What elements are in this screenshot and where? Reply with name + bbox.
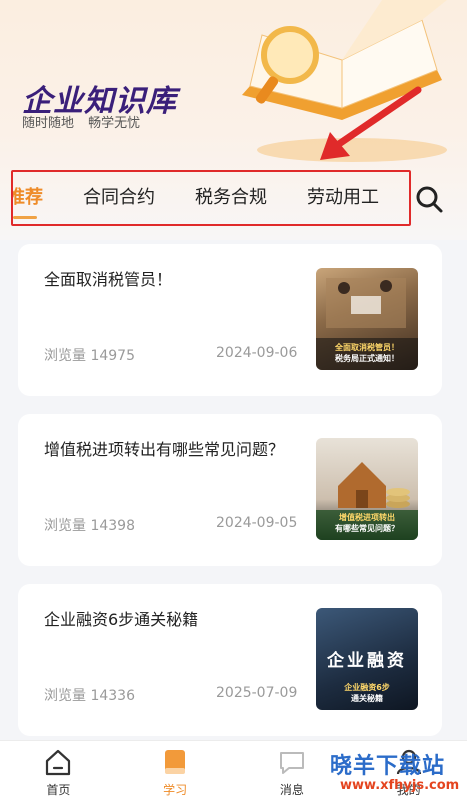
article-thumbnail: 全面取消税管员！ 税务局正式通知！ [316,268,418,370]
tab-labor[interactable]: 劳动用工 [307,183,379,213]
nav-learning[interactable]: 学习 [117,741,234,800]
view-count: 浏览量 14336 [44,688,135,704]
tab-recommended[interactable]: 推荐 [13,183,43,219]
nav-messages-label: 消息 [279,783,304,797]
publish-date: 2024-09-05 [216,515,298,531]
annotation-arrow-icon [320,86,422,160]
article-title: 企业融资6步通关秘籍 [44,610,199,629]
message-icon [279,752,304,774]
article-card[interactable]: 企业融资6步通关秘籍 浏览量 14336 2025-07-09 企业融资 企业融… [18,584,442,736]
nav-home-label: 首页 [46,783,71,797]
watermark-url: www.xfhyjs.com [340,778,460,793]
tab-tax-compliance[interactable]: 税务合规 [195,183,267,213]
category-tabs: 推荐 合同合约 税务合规 劳动用工 [11,170,411,226]
article-card[interactable]: 全面取消税管员！ 浏览量 14975 2024-09-06 全面取消税管员！ 税… [18,244,442,396]
article-thumbnail: 企业融资 企业融资6步 通关秘籍 [316,608,418,710]
thumbnail-caption: 增值税进项转出 有哪些常见问题？ [335,513,399,533]
tab-contracts[interactable]: 合同合约 [83,183,155,213]
thumbnail-headline: 企业融资 [327,651,407,671]
watermark: 晓羊下载站 www.xfhyjs.com [330,748,467,800]
article-title: 增值税进项转出有哪些常见问题？ [44,440,285,459]
article-title: 全面取消税管员！ [44,270,173,289]
subtitle-left: 随时随地 [22,116,75,131]
view-count: 浏览量 14398 [44,518,135,534]
publish-date: 2025-07-09 [216,685,298,701]
nav-learning-label: 学习 [163,783,188,797]
home-icon [46,749,71,776]
book-icon [165,750,186,774]
view-count: 浏览量 14975 [44,348,135,364]
subtitle-right: 畅学无忧 [88,116,141,131]
publish-date: 2024-09-06 [216,345,298,361]
watermark-text: 晓羊下载站 [330,754,446,779]
nav-home[interactable]: 首页 [0,741,117,800]
page-subtitle: 随时随地 畅学无忧 [22,112,140,131]
article-thumbnail: 增值税进项转出 有哪些常见问题？ [316,438,418,540]
article-card[interactable]: 增值税进项转出有哪些常见问题？ 浏览量 14398 2024-09-05 增值税… [18,414,442,566]
search-icon[interactable] [414,184,444,214]
thumbnail-caption: 企业融资6步 通关秘籍 [344,683,390,703]
thumbnail-caption: 全面取消税管员！ 税务局正式通知！ [335,343,399,363]
